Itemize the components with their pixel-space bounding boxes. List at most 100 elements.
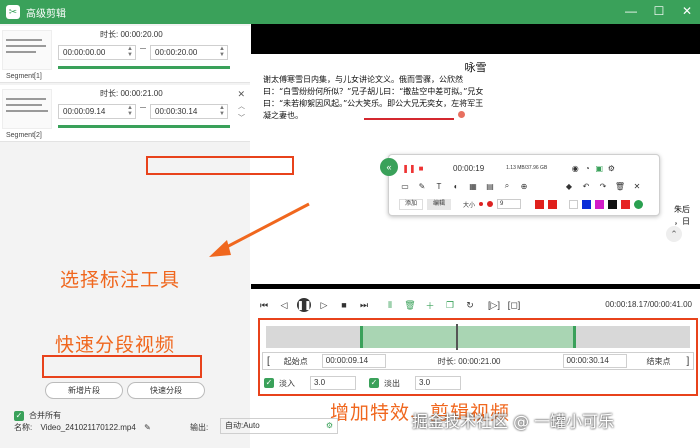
tab-add[interactable]: 添加 (399, 198, 423, 210)
segment-start-field[interactable]: 00:00:00.00 ▲ ▼ (58, 45, 136, 60)
color-black-swatch[interactable] (608, 199, 618, 209)
document-paragraph: 谢太傅寒雪日内集，与儿女讲论文义。俄而雪骤，公欣然曰：“白雪纷纷何所似？”兄子胡… (263, 75, 484, 120)
rotate-icon[interactable]: ↻ (463, 298, 477, 312)
pause-icon[interactable]: ❚❚ (402, 162, 415, 174)
divider (140, 48, 146, 49)
delete-icon[interactable]: 🗑 (403, 298, 417, 312)
gear-icon[interactable]: ⚙ (326, 419, 333, 433)
rectangle-icon[interactable]: ▭ (399, 180, 411, 192)
text-icon[interactable]: T (433, 180, 445, 192)
color-red-swatch[interactable] (548, 199, 558, 209)
collapse-icon[interactable]: « (380, 158, 398, 176)
spotlight-icon[interactable]: ⊕ (518, 180, 530, 192)
end-time-field[interactable]: 00:00:30.14 (562, 354, 627, 368)
output-label: 输出: (190, 423, 209, 432)
redo-icon[interactable]: ↷ (597, 180, 609, 192)
fade-in-field[interactable]: 3.0 (310, 376, 356, 390)
marker-dot (458, 111, 465, 118)
highlighter-icon[interactable]: ◐ (450, 180, 462, 192)
stop-icon[interactable]: ■ (337, 298, 351, 312)
toolbox-icon[interactable]: ▣ (593, 162, 605, 174)
bracket-left-icon: [ (267, 355, 270, 367)
fade-out-field[interactable]: 3.0 (415, 376, 461, 390)
document-side-text: 朱后 ，日 (674, 205, 690, 226)
chevron-down-icon[interactable]: ﹀ (238, 113, 245, 123)
zoom-icon[interactable]: ⌕ (501, 180, 513, 192)
playhead[interactable] (456, 324, 458, 350)
image-icon[interactable]: ▦ (467, 180, 479, 192)
size-small-icon[interactable] (479, 202, 484, 206)
minimize-icon[interactable]: — (624, 4, 638, 18)
start-time-field[interactable]: 00:00:09.14 (321, 354, 386, 368)
size-medium-icon[interactable] (487, 201, 494, 207)
time-range-row: [ 起始点 00:00:09.14 时长: 00:00:21.00 00:00:… (262, 352, 694, 370)
step-back-icon[interactable]: ◁ (277, 298, 291, 312)
clock-icon[interactable]: ◔ (581, 162, 593, 174)
segment-label: Segment[1] (6, 73, 42, 80)
pen-icon[interactable]: ✎ (416, 180, 428, 192)
color-blue-swatch[interactable] (582, 199, 592, 209)
palette-icon[interactable] (634, 199, 644, 209)
record-time: 00:00:19 (453, 163, 485, 173)
step-forward-icon[interactable]: ▷ (317, 298, 331, 312)
scroll-up-icon[interactable]: ⌃ (666, 226, 682, 242)
window-title: 高级剪辑 (26, 8, 66, 20)
eraser-icon[interactable]: ◆ (563, 180, 575, 192)
document-title: 咏雪 (464, 61, 487, 74)
segment-end-field[interactable]: 00:00:20.00 ▲ ▼ (150, 45, 228, 60)
end-label: 结束点 (646, 356, 671, 366)
output-select[interactable]: 自动:Auto ⚙ (220, 418, 338, 434)
checkbox-checked-icon[interactable]: ✓ (264, 378, 274, 388)
chevron-up-icon[interactable]: ︿ (238, 101, 245, 111)
copy-icon[interactable]: ❐ (443, 298, 457, 312)
mark-in-icon[interactable]: [▷] (487, 298, 501, 312)
color-red-swatch[interactable] (535, 199, 545, 209)
color-white-swatch[interactable] (569, 199, 579, 209)
pause-icon[interactable]: ❚❚ (296, 298, 312, 312)
delete-icon[interactable]: 🗑 (614, 180, 626, 192)
timeline-selection[interactable] (360, 326, 576, 348)
tab-edit[interactable]: 编辑 (427, 198, 451, 210)
blur-icon[interactable]: ▤ (484, 180, 496, 192)
add-segment-button[interactable]: 新增片段 (45, 382, 123, 399)
camera-icon[interactable]: ◉ (569, 162, 581, 174)
maximize-icon[interactable]: ☐ (652, 4, 666, 18)
color-magenta-swatch[interactable] (595, 199, 605, 209)
highlight-box (42, 355, 202, 378)
segment-buttons: 新增片段 快速分段 (45, 382, 205, 399)
undo-icon[interactable]: ↶ (580, 180, 592, 192)
divider (140, 107, 146, 108)
checkbox-checked-icon[interactable]: ✓ (369, 378, 379, 388)
segment-start-field[interactable]: 00:00:09.14 ▲ ▼ (58, 104, 136, 119)
skip-start-icon[interactable]: ⏮ (257, 298, 271, 312)
color-red-swatch[interactable] (621, 199, 631, 209)
size-field[interactable]: 9 (497, 199, 522, 209)
stop-icon[interactable]: ■ (415, 162, 427, 174)
segment-item[interactable]: Segment[2] 时长: 00:00:21.00 00:00:09.14 ▲ ▼… (0, 85, 250, 142)
segment-end-field[interactable]: 00:00:30.14 ▲ ▼ (150, 104, 228, 119)
annotation-select-tool: 选择标注工具 (60, 269, 181, 291)
close-icon[interactable]: ✕ (631, 180, 643, 192)
settings-icon[interactable]: ⚙ (605, 162, 617, 174)
playback-controls: ⏮ ◁ ❚❚ ▷ ■ ⏭ ⫴ 🗑 ＋ ❐ ↻ [▷] [◻] 00:00:18.… (251, 294, 700, 316)
annotation-arrow (209, 202, 310, 257)
split-icon[interactable]: ⫴ (383, 298, 397, 312)
fade-out-label: 淡出 (384, 378, 400, 388)
mark-out-icon[interactable]: [◻] (507, 298, 521, 312)
title-bar: ✂ 高级剪辑 — ☐ ✕ (0, 0, 700, 24)
annotation-style-row: 添加 编辑 大小 9 (399, 197, 654, 211)
timeline-track[interactable] (266, 324, 690, 350)
close-icon[interactable]: ✕ (237, 89, 245, 100)
segment-label: Segment[2] (6, 132, 42, 139)
close-icon[interactable]: ✕ (680, 4, 694, 18)
quick-segment-button[interactable]: 快速分段 (127, 382, 205, 399)
recording-status-row: ❚❚ ■ 00:00:19 1.13 MB/37.96 GB ◉ ◔ ▣ ⚙ (402, 161, 653, 175)
watermark: 掘金技术社区 @ 一罐小可乐 (412, 412, 615, 431)
segment-item[interactable]: Segment[1] 时长: 00:00:20.00 00:00:00.00 ▲ ▼… (0, 26, 250, 83)
annotation-quick-split: 快速分段视频 (55, 334, 176, 356)
edit-icon[interactable]: ✎ (144, 423, 151, 432)
clip-edit-panel: [ 起始点 00:00:09.14 时长: 00:00:21.00 00:00:… (258, 318, 698, 396)
skip-end-icon[interactable]: ⏭ (357, 298, 371, 312)
segment-duration: 时长: 00:00:21.00 (100, 89, 163, 98)
add-icon[interactable]: ＋ (423, 298, 437, 312)
